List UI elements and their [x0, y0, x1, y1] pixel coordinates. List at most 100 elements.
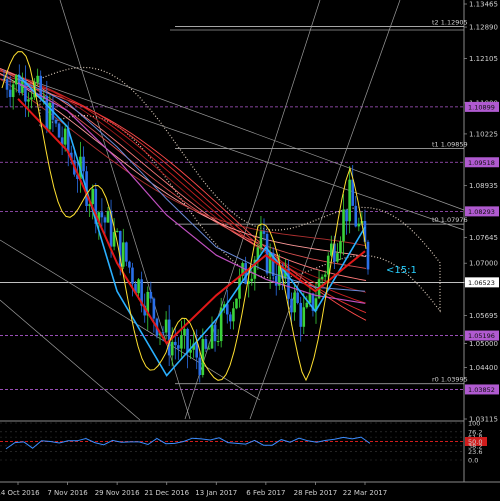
candle-body-89 — [274, 275, 278, 286]
forex-chart-window: t2 1.12905 t1 1.09859 t0 1.07976 r0 1.03995… — [0, 0, 500, 501]
candle-body-39 — [121, 242, 125, 267]
candle-body-67 — [207, 348, 211, 350]
price-tick-label-2: 1.12105 — [469, 55, 498, 63]
candle-body-20 — [63, 128, 67, 145]
candle-body-95 — [293, 292, 296, 313]
candle-body-115 — [354, 205, 358, 227]
candle-body-8 — [27, 99, 30, 102]
candle-body-119 — [366, 241, 370, 270]
candle-body-60 — [186, 328, 189, 353]
candle-body-41 — [128, 261, 131, 268]
candle-body-113 — [348, 179, 351, 222]
candle-body-64 — [198, 357, 202, 375]
candle-body-9 — [30, 97, 33, 100]
candle-body-56 — [173, 341, 177, 346]
date-tick-label-0: 14 Oct 2016 — [0, 489, 40, 497]
candle-body-66 — [204, 339, 208, 349]
candle-body-6 — [21, 80, 24, 93]
candle-body-48 — [149, 291, 153, 299]
date-tick-label-5: 6 Feb 2017 — [246, 489, 285, 497]
candle-body-18 — [57, 123, 61, 138]
candle-body-63 — [195, 343, 199, 358]
candle-body-86 — [265, 233, 269, 274]
candle-body-1 — [5, 79, 9, 90]
price-tag-label-0: 1.10899 — [468, 103, 495, 111]
candle-body-76 — [235, 298, 238, 309]
candle-body-85 — [262, 231, 266, 234]
candle-body-114 — [351, 179, 355, 206]
candle-body-99 — [305, 302, 309, 308]
candle-body-11 — [36, 75, 39, 83]
candle-body-2 — [8, 89, 12, 98]
candle-body-69 — [213, 324, 217, 342]
candle-body-98 — [302, 307, 306, 327]
price-tag-label-3: 1.06523 — [468, 279, 495, 287]
price-tick-label-6: 1.07645 — [469, 234, 498, 242]
candle-body-59 — [183, 328, 186, 336]
candle-body-32 — [100, 212, 104, 218]
candle-body-105 — [323, 274, 327, 277]
candle-body-44 — [137, 279, 140, 294]
osc-tick-label-5: 23.6 — [468, 448, 482, 456]
candle-body-106 — [326, 255, 330, 275]
candle-body-40 — [125, 242, 128, 262]
candle-body-37 — [115, 230, 119, 233]
candle-body-29 — [91, 188, 95, 205]
background — [0, 0, 500, 501]
candle-body-34 — [106, 211, 110, 223]
level-label-8: r0 1.03995 — [432, 376, 468, 384]
price-tick-label-10: 1.05000 — [469, 340, 498, 348]
rr-annotation: <15:1 — [386, 265, 417, 276]
candle-body-100 — [308, 293, 312, 303]
candle-body-97 — [299, 302, 303, 327]
date-tick-label-1: 7 Nov 2016 — [47, 489, 88, 497]
level-label-0: t2 1.12905 — [432, 18, 468, 26]
level-label-2: t1 1.09859 — [432, 141, 468, 149]
candle-body-70 — [216, 341, 220, 343]
candle-body-104 — [320, 276, 324, 280]
price-chart[interactable]: t2 1.12905 t1 1.09859 t0 1.07976 r0 1.03995… — [0, 0, 500, 501]
price-tag-label-1: 1.09518 — [468, 159, 495, 167]
candle-body-94 — [290, 298, 293, 313]
price-tick-label-7: 1.07000 — [469, 260, 498, 268]
osc-tick-label-0: 100 — [468, 420, 480, 428]
candle-body-42 — [131, 267, 134, 284]
date-tick-label-4: 13 Jan 2017 — [195, 489, 237, 497]
candle-body-81 — [250, 278, 254, 282]
candle-body-4 — [14, 75, 18, 85]
candle-body-74 — [229, 314, 232, 322]
candle-body-75 — [232, 308, 235, 322]
candle-body-26 — [82, 156, 85, 172]
candle-body-33 — [103, 217, 107, 223]
date-tick-label-6: 28 Feb 2017 — [294, 489, 338, 497]
date-tick-label-3: 21 Dec 2016 — [144, 489, 189, 497]
candle-body-68 — [210, 324, 214, 349]
candle-body-52 — [161, 332, 165, 334]
osc-tick-label-6: 0.0 — [468, 457, 478, 465]
price-tick-label-5: 1.08935 — [469, 182, 498, 190]
price-tag-label-5: 1.03852 — [468, 386, 495, 394]
candle-body-36 — [112, 232, 116, 247]
candle-body-57 — [177, 345, 180, 349]
candle-body-58 — [180, 335, 183, 349]
candle-body-109 — [336, 253, 339, 262]
candle-body-65 — [201, 339, 205, 375]
candle-body-116 — [357, 223, 361, 227]
candle-body-96 — [296, 292, 299, 303]
candle-body-14 — [45, 95, 49, 130]
candle-body-55 — [170, 341, 174, 356]
candle-body-49 — [152, 298, 156, 319]
price-tick-label-1: 1.12890 — [469, 24, 498, 32]
price-tag-label-2: 1.08293 — [468, 208, 495, 216]
candle-body-54 — [167, 319, 171, 356]
price-tag-label-4: 1.05196 — [468, 332, 495, 340]
candle-body-112 — [345, 209, 348, 222]
date-tick-label-2: 29 Nov 2016 — [95, 489, 140, 497]
price-tick-label-9: 1.05695 — [469, 312, 498, 320]
candle-body-53 — [164, 319, 168, 333]
price-tick-label-0: 1.13465 — [469, 1, 498, 9]
date-tick-label-7: 22 Mar 2017 — [343, 489, 387, 497]
price-tick-label-11: 1.04400 — [469, 364, 498, 372]
level-label-5: t0 1.07976 — [432, 216, 468, 224]
candle-body-84 — [259, 231, 263, 248]
